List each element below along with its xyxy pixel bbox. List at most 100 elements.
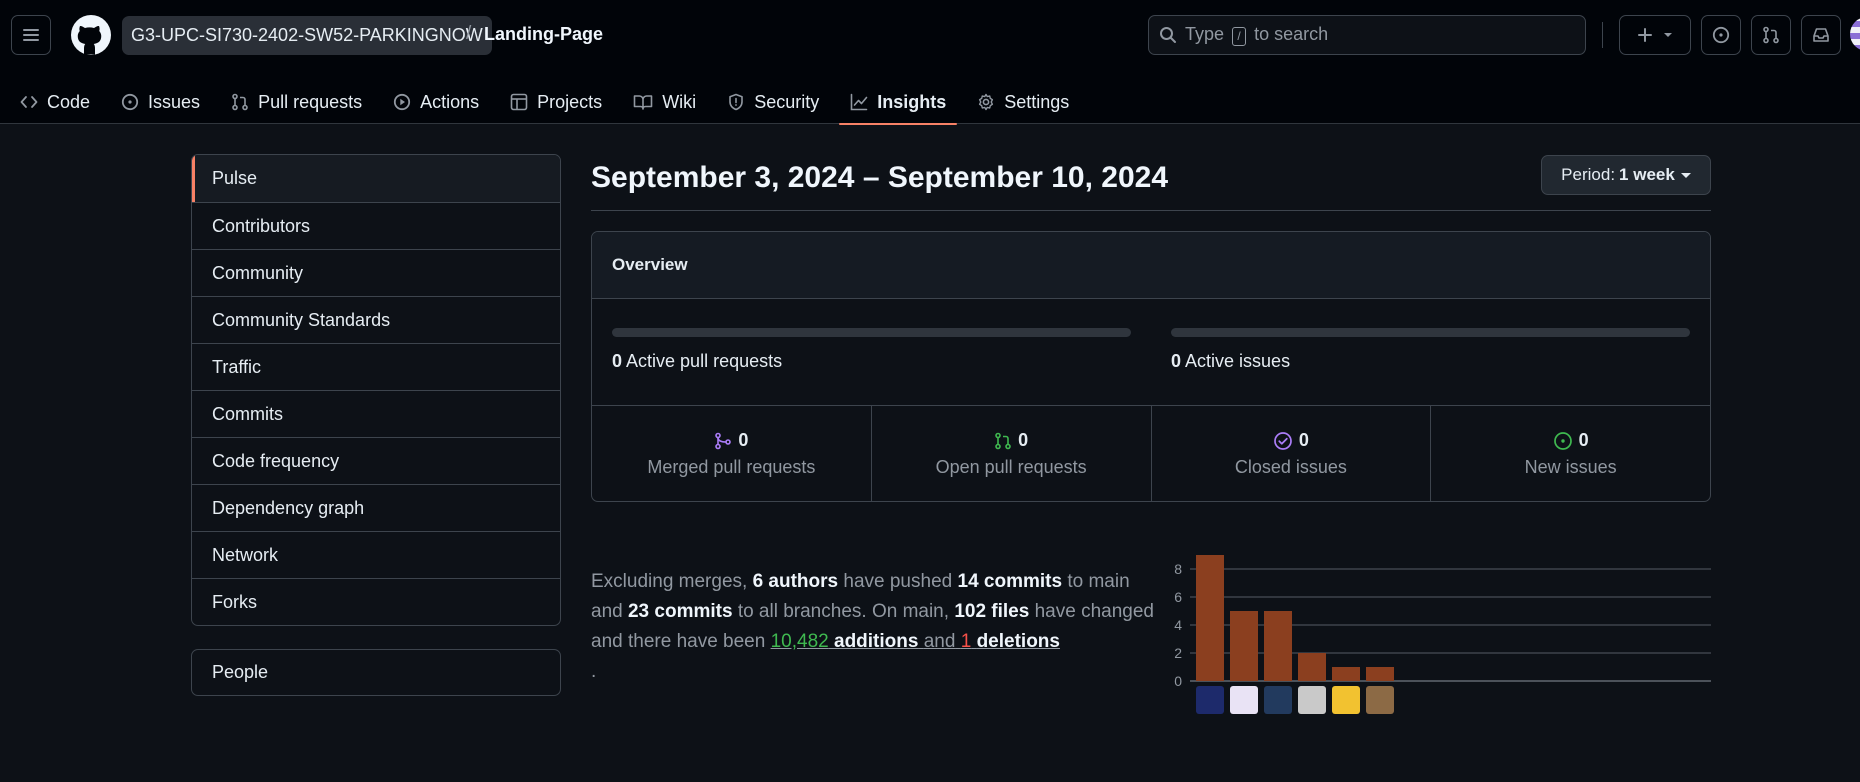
active-prs-link[interactable]: 0 Active pull requests [612, 351, 782, 372]
sidebar-item-community[interactable]: Community [192, 249, 560, 296]
tab-label: Projects [537, 91, 603, 112]
open-prs-label: Open pull requests [935, 457, 1087, 477]
new-issues-count: 0 [1578, 430, 1589, 450]
new-issues-stat[interactable]: 0 New issues [1430, 406, 1710, 501]
active-issues-label: Active issues [1185, 351, 1291, 371]
tab-label: Wiki [662, 91, 697, 112]
sidebar-item-people[interactable]: People [191, 649, 561, 696]
sidebar-item-community-standards[interactable]: Community Standards [192, 296, 560, 343]
graph-icon [850, 93, 868, 111]
tab-label: Actions [420, 91, 480, 112]
sidebar-item-contributors[interactable]: Contributors [192, 202, 560, 249]
inbox-button[interactable] [1801, 15, 1841, 55]
chart-bar [1230, 611, 1258, 681]
summary-commits-main: 14 commits [957, 571, 1063, 592]
tab-pull-requests[interactable]: Pull requests [220, 80, 373, 124]
issues-shortcut-button[interactable] [1701, 15, 1741, 55]
summary-commits-all: 23 commits [627, 601, 733, 622]
tab-projects[interactable]: Projects [499, 80, 613, 124]
y-tick-label: 4 [1174, 617, 1182, 633]
summary-deletions-label: deletions [976, 631, 1060, 652]
summary-text: have pushed [843, 571, 953, 592]
tab-security[interactable]: Security [716, 80, 830, 124]
summary-additions-count: 10,482 [770, 631, 829, 652]
github-logo[interactable] [71, 15, 111, 55]
plus-icon [1638, 28, 1652, 42]
shield-icon [729, 93, 743, 111]
new-issues-label: New issues [1524, 457, 1617, 477]
period-label: Period: [1561, 165, 1616, 184]
summary-text: Excluding merges, [591, 571, 748, 592]
search-shortcut-key: / [1232, 26, 1247, 46]
title-divider [591, 210, 1711, 211]
closed-issues-label: Closed issues [1234, 457, 1347, 477]
contributor-avatar [1230, 686, 1258, 714]
tab-label: Security [754, 91, 820, 112]
tab-settings[interactable]: Settings [966, 80, 1080, 124]
hamburger-menu-button[interactable] [11, 15, 51, 55]
issue-opened-icon [1553, 431, 1572, 450]
tab-label: Insights [877, 91, 947, 112]
overview-title: Overview [592, 232, 1710, 299]
active-issues-link[interactable]: 0 Active issues [1171, 351, 1290, 372]
contributor-avatar [1298, 686, 1326, 714]
summary-files: 102 files [954, 601, 1030, 622]
tab-wiki[interactable]: Wiki [622, 80, 707, 124]
sidebar-item-forks[interactable]: Forks [192, 578, 560, 625]
summary-text: and [923, 631, 956, 652]
search-input[interactable]: Type / to search [1148, 15, 1586, 55]
search-icon [1160, 27, 1176, 43]
open-prs-stat[interactable]: 0 Open pull requests [870, 406, 1151, 501]
inbox-icon [1813, 28, 1829, 42]
commit-summary: Excluding merges, 6 authors have pushed … [591, 567, 1156, 687]
chart-bar [1298, 653, 1326, 681]
merged-prs-stat[interactable]: 0 Merged pull requests [592, 406, 871, 501]
sidebar-item-commits[interactable]: Commits [192, 390, 560, 437]
active-prs-count: 0 [612, 351, 623, 371]
hamburger-icon [23, 29, 39, 41]
tab-actions[interactable]: Actions [382, 80, 490, 124]
active-prs-label: Active pull requests [626, 351, 783, 371]
active-prs-progress-bar [612, 328, 1131, 337]
tab-insights[interactable]: Insights [839, 80, 958, 125]
y-tick-label: 6 [1174, 589, 1182, 605]
search-placeholder-suffix: to search [1254, 24, 1329, 45]
summary-additions-label: additions [834, 631, 919, 652]
open-prs-count: 0 [1018, 430, 1029, 450]
pull-requests-shortcut-button[interactable] [1751, 15, 1791, 55]
tab-label: Code [47, 91, 91, 112]
period-select-button[interactable]: Period: 1 week [1541, 155, 1711, 195]
merged-prs-label: Merged pull requests [647, 457, 816, 477]
y-tick-label: 0 [1174, 673, 1182, 689]
tab-issues[interactable]: Issues [110, 80, 211, 124]
sidebar-item-pulse[interactable]: Pulse [192, 155, 560, 202]
tab-label: Pull requests [258, 91, 363, 112]
summary-diff-link[interactable]: 10,482 additions and 1 deletions [771, 631, 1060, 652]
pull-request-icon [1763, 26, 1779, 44]
sidebar-item-traffic[interactable]: Traffic [192, 343, 560, 390]
closed-issues-stat[interactable]: 0 Closed issues [1150, 406, 1431, 501]
chart-bar [1366, 667, 1394, 681]
breadcrumb-separator: / [466, 23, 472, 44]
create-new-button[interactable] [1619, 15, 1691, 55]
tab-code[interactable]: Code [9, 80, 101, 124]
contributor-avatar [1366, 686, 1394, 714]
contributor-avatar [1264, 686, 1292, 714]
repo-owner-link[interactable]: G3-UPC-SI730-2402-SW52-PARKINGNOW [122, 16, 492, 55]
pull-request-icon [995, 432, 1011, 449]
contributor-avatar [1332, 686, 1360, 714]
repo-nav-tabs: Code Issues Pull requests Actions Projec… [0, 80, 1089, 125]
repo-name-link[interactable]: Landing-Page [484, 24, 603, 45]
book-icon [633, 95, 653, 110]
code-icon [20, 96, 38, 108]
y-tick-label: 8 [1174, 561, 1182, 577]
sidebar-item-dependency-graph[interactable]: Dependency graph [192, 484, 560, 531]
pull-request-icon [232, 93, 248, 111]
contributor-avatar [1196, 686, 1224, 714]
issue-opened-icon [121, 93, 139, 111]
closed-issues-count: 0 [1298, 430, 1309, 450]
sidebar-item-network[interactable]: Network [192, 531, 560, 578]
sidebar-item-code-frequency[interactable]: Code frequency [192, 437, 560, 484]
user-avatar[interactable] [1850, 17, 1860, 51]
chevron-down-icon [1680, 172, 1691, 178]
